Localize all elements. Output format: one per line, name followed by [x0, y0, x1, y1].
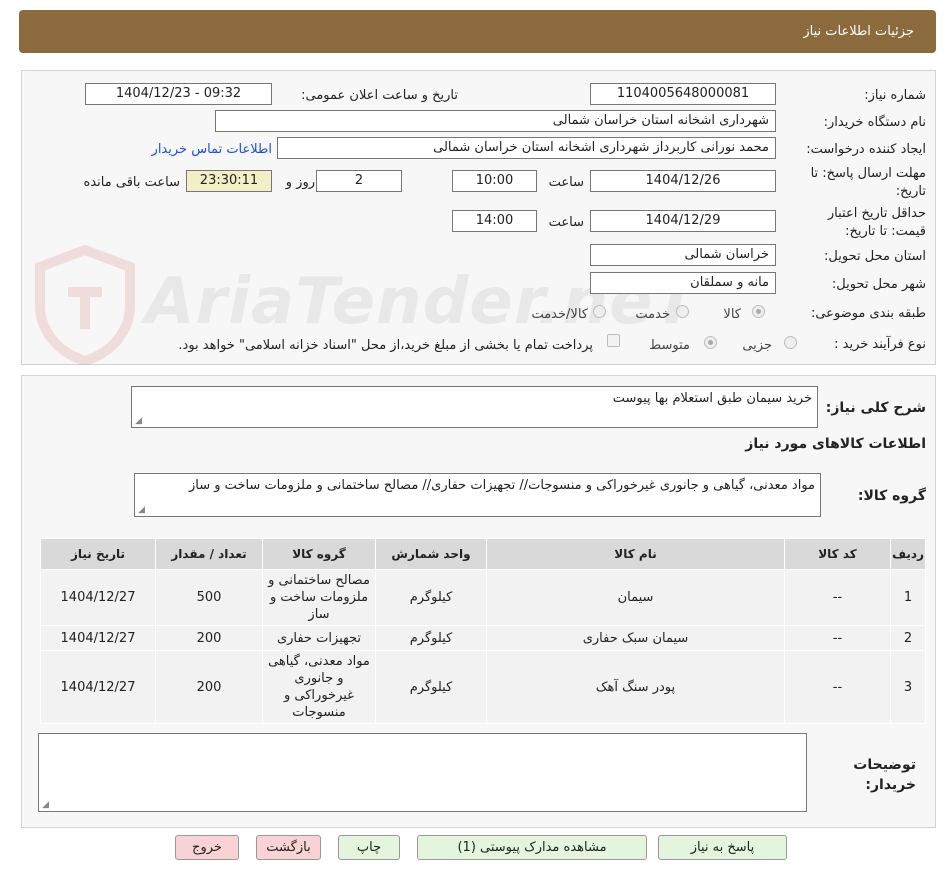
table-header-row: تاریخ نیاز تعداد / مقدار گروه کالا واحد …	[40, 538, 926, 570]
days-remaining-field: 2	[316, 170, 402, 192]
process-medium-label: متوسط	[649, 338, 690, 353]
validity-date-field: 1404/12/29	[590, 210, 776, 232]
cell-row-number: 1	[890, 569, 926, 626]
cell-goods-code: --	[784, 650, 891, 724]
goods-group-label: گروه کالا:	[857, 488, 926, 504]
attachments-button[interactable]: مشاهده مدارک پیوستی (1)	[417, 835, 647, 860]
cell-goods-code: --	[784, 625, 891, 651]
cell-quantity: 500	[155, 569, 263, 626]
buyer-org-label: نام دستگاه خریدار:	[823, 115, 926, 130]
province-label: استان محل تحویل:	[824, 249, 926, 264]
table-row[interactable]: 1404/12/27 200 مواد معدنی، گیاهی و جانور…	[40, 650, 926, 724]
process-label: نوع فرآیند خرید :	[834, 337, 926, 352]
process-medium-radio[interactable]	[704, 336, 717, 349]
print-button[interactable]: چاپ	[338, 835, 400, 860]
goods-info-title: اطلاعات کالاهای مورد نیاز	[745, 436, 926, 452]
need-number-label: شماره نیاز:	[864, 88, 926, 103]
col-need-date: تاریخ نیاز	[40, 538, 156, 570]
city-field: مانه و سملقان	[590, 272, 776, 294]
back-button[interactable]: بازگشت	[256, 835, 321, 860]
col-row: ردیف	[890, 538, 926, 570]
validity-label: حداقل تاریخ اعتبار قیمت: تا تاریخ:	[827, 206, 926, 239]
buyer-org-field: شهرداری اشخانه استان خراسان شمالی	[215, 110, 776, 132]
resize-grip-icon[interactable]: ◢	[137, 506, 145, 515]
cell-row-number: 3	[890, 650, 926, 724]
validity-time-label: ساعت	[548, 215, 584, 230]
cell-unit: کیلوگرم	[375, 625, 487, 651]
resize-grip-icon[interactable]: ◢	[41, 801, 49, 810]
reply-button[interactable]: پاسخ به نیاز	[658, 835, 787, 860]
category-goods-service-radio[interactable]	[593, 305, 606, 318]
category-service-radio[interactable]	[676, 305, 689, 318]
payment-note: پرداخت تمام یا بخشی از مبلغ خرید،از محل …	[178, 338, 593, 353]
cell-goods-code: --	[784, 569, 891, 626]
cell-need-date: 1404/12/27	[40, 650, 156, 724]
category-goods-radio[interactable]	[752, 305, 765, 318]
cell-goods-name: سیمان	[486, 569, 785, 626]
deadline-label: مهلت ارسال پاسخ: تا تاریخ:	[810, 166, 926, 199]
treasury-bonds-checkbox[interactable]	[607, 334, 620, 347]
goods-group-text: مواد معدنی، گیاهی و جانوری غیرخوراکی و م…	[188, 478, 815, 493]
col-quantity: تعداد / مقدار	[155, 538, 263, 570]
cell-goods-group: تجهیزات حفاری	[262, 625, 376, 651]
cell-quantity: 200	[155, 625, 263, 651]
cell-goods-group: مواد معدنی، گیاهی و جانوری غیرخوراکی و م…	[262, 650, 376, 724]
deadline-time-label: ساعت	[548, 175, 584, 190]
table-row[interactable]: 1404/12/27 200 تجهیزات حفاری کیلوگرم سیم…	[40, 625, 926, 651]
category-service-label: خدمت	[635, 307, 670, 322]
header-bar: جزئیات اطلاعات نیاز	[19, 10, 936, 53]
creator-field: محمد نورانی کاربرداز شهرداری اشخانه استا…	[277, 137, 776, 159]
process-minor-radio[interactable]	[784, 336, 797, 349]
col-goods-group: گروه کالا	[262, 538, 376, 570]
need-number-field: 1104005648000081	[590, 83, 776, 105]
cell-need-date: 1404/12/27	[40, 625, 156, 651]
col-goods-name: نام کالا	[486, 538, 785, 570]
buyer-contact-link[interactable]: اطلاعات تماس خریدار	[152, 142, 272, 157]
resize-grip-icon[interactable]: ◢	[134, 417, 142, 426]
province-field: خراسان شمالی	[590, 244, 776, 266]
cell-row-number: 2	[890, 625, 926, 651]
creator-label: ایجاد کننده درخواست:	[806, 142, 926, 157]
table-row[interactable]: 1404/12/27 500 مصالح ساختمانی و ملزومات …	[40, 569, 926, 626]
col-unit: واحد شمارش	[375, 538, 487, 570]
page-title: جزئیات اطلاعات نیاز	[803, 24, 914, 39]
cell-goods-name: سیمان سبک حفاری	[486, 625, 785, 651]
city-label: شهر محل تحویل:	[831, 277, 926, 292]
days-label: روز و	[285, 175, 315, 190]
remaining-time-field: 23:30:11	[186, 170, 272, 192]
deadline-date-field: 1404/12/26	[590, 170, 776, 192]
exit-button[interactable]: خروج	[175, 835, 239, 860]
announce-label: تاریخ و ساعت اعلان عمومی:	[301, 88, 458, 103]
buyer-notes-label: توضیحات خریدار:	[853, 757, 916, 793]
goods-group-textarea[interactable]: مواد معدنی، گیاهی و جانوری غیرخوراکی و م…	[134, 473, 821, 517]
validity-time-field: 14:00	[452, 210, 537, 232]
category-goods-label: کالا	[723, 307, 741, 322]
cell-unit: کیلوگرم	[375, 650, 487, 724]
cell-unit: کیلوگرم	[375, 569, 487, 626]
goods-table: تاریخ نیاز تعداد / مقدار گروه کالا واحد …	[40, 538, 926, 724]
announce-datetime-field: 1404/12/23 - 09:32	[85, 83, 272, 105]
cell-goods-name: پودر سنگ آهک	[486, 650, 785, 724]
description-label: شرح کلی نیاز:	[825, 400, 926, 416]
col-goods-code: کد کالا	[784, 538, 891, 570]
buyer-notes-textarea[interactable]: ◢	[38, 733, 807, 812]
remaining-label: ساعت باقی مانده	[83, 175, 180, 190]
category-goods-service-label: کالا/خدمت	[531, 307, 588, 322]
process-minor-label: جزیی	[742, 338, 772, 353]
description-text: خرید سیمان طبق استعلام بها پیوست	[612, 391, 812, 406]
category-label: طبقه بندی موضوعی:	[810, 306, 926, 321]
deadline-time-field: 10:00	[452, 170, 537, 192]
cell-need-date: 1404/12/27	[40, 569, 156, 626]
cell-goods-group: مصالح ساختمانی و ملزومات ساخت و ساز	[262, 569, 376, 626]
cell-quantity: 200	[155, 650, 263, 724]
description-textarea[interactable]: خرید سیمان طبق استعلام بها پیوست ◢	[131, 386, 818, 428]
